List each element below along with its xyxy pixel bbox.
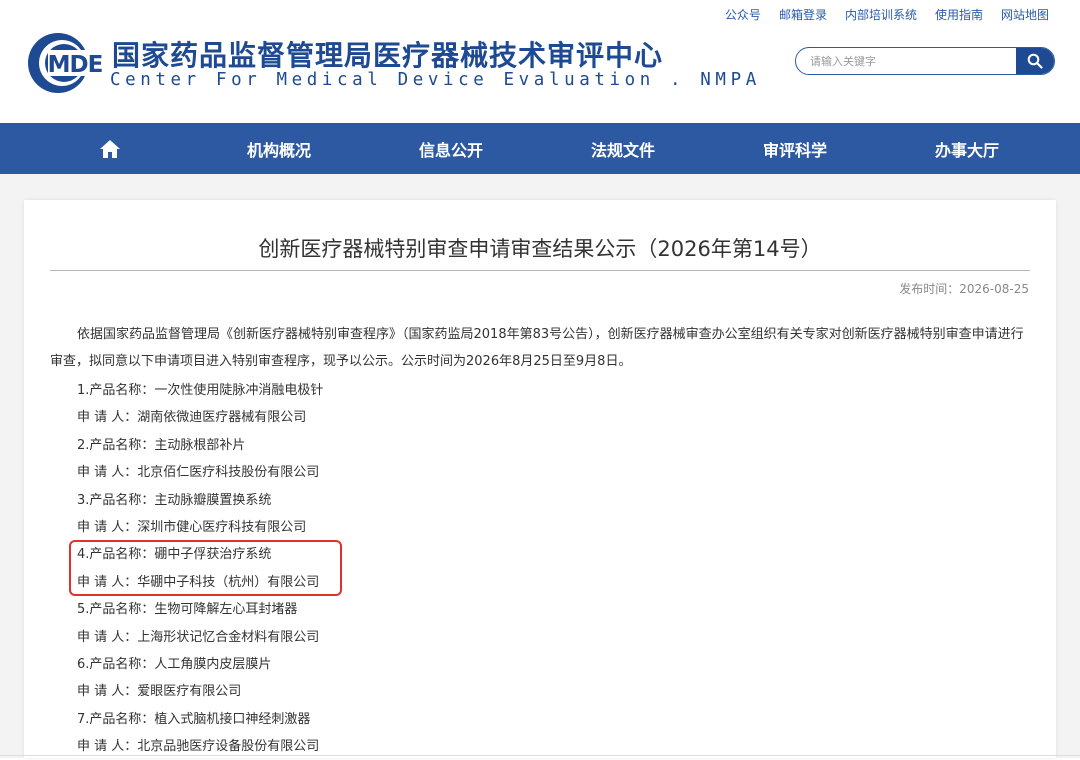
product-name-1: 1.产品名称：一次性使用陡脉冲消融电极针: [77, 383, 324, 398]
top-link-user-guide[interactable]: 使用指南: [935, 6, 983, 23]
title-divider: [50, 270, 1030, 271]
applicant-3: 申 请 人：深圳市健心医疗科技有限公司: [77, 519, 307, 535]
bottom-divider: [0, 755, 1080, 756]
highlight-box: [69, 540, 342, 596]
svg-text:MDE: MDE: [48, 52, 103, 78]
article-title: 创新医疗器械特别审查申请审查结果公示（2026年第14号）: [258, 237, 822, 261]
home-icon: [100, 139, 120, 158]
site-title-cn: 国家药品监督管理局医疗器械技术审评中心: [112, 39, 664, 72]
mde-logo-icon[interactable]: MDE: [26, 31, 104, 95]
nav-item-info-disclosure[interactable]: 信息公开: [390, 137, 512, 161]
article-intro: 依据国家药品监督管理局《创新医疗器械特别审查程序》（国家药监局2018年第83号…: [50, 327, 1024, 369]
product-name-6: 6.产品名称：人工角膜内皮层膜片: [77, 656, 272, 672]
search-input[interactable]: [796, 48, 1017, 74]
product-name-5: 5.产品名称：生物可降解左心耳封堵器: [77, 602, 298, 618]
nav-home[interactable]: [55, 123, 165, 174]
site-title-en: Center For Medical Device Evaluation . N…: [110, 70, 761, 90]
top-link-wechat[interactable]: 公众号: [725, 6, 761, 23]
applicant-6: 申 请 人：爱眼医疗有限公司: [77, 684, 242, 700]
publish-time: 发布时间：2026-08-25: [899, 282, 1029, 296]
product-name-2: 2.产品名称：主动脉根部补片: [77, 437, 246, 453]
search-box: [795, 47, 1055, 75]
product-name-7: 7.产品名称：植入式脑机接口神经刺激器: [77, 711, 311, 727]
search-button[interactable]: [1016, 48, 1054, 74]
search-icon: [1027, 53, 1043, 69]
product-name-3: 3.产品名称：主动脉瓣膜置换系统: [77, 492, 272, 508]
applicant-2: 申 请 人：北京佰仁医疗科技股份有限公司: [77, 465, 320, 481]
applicant-5: 申 请 人：上海形状记忆合金材料有限公司: [77, 629, 320, 645]
top-link-training-system[interactable]: 内部培训系统: [845, 6, 917, 23]
top-links: 公众号 邮箱登录 内部培训系统 使用指南 网站地图: [725, 6, 1049, 23]
main-nav: 机构概况 信息公开 法规文件 审评科学 办事大厅: [0, 123, 1080, 174]
site-header: 公众号 邮箱登录 内部培训系统 使用指南 网站地图 MDE 国家药品监督管理局医…: [0, 0, 1080, 123]
nav-item-review-science[interactable]: 审评科学: [734, 137, 856, 161]
nav-item-service-hall[interactable]: 办事大厅: [906, 137, 1028, 161]
applicant-1: 申 请 人：湖南依微迪医疗器械有限公司: [77, 410, 307, 426]
nav-item-regulations[interactable]: 法规文件: [562, 137, 684, 161]
top-link-sitemap[interactable]: 网站地图: [1001, 6, 1049, 23]
nav-item-about[interactable]: 机构概况: [218, 137, 340, 161]
top-link-mail-login[interactable]: 邮箱登录: [779, 6, 827, 23]
